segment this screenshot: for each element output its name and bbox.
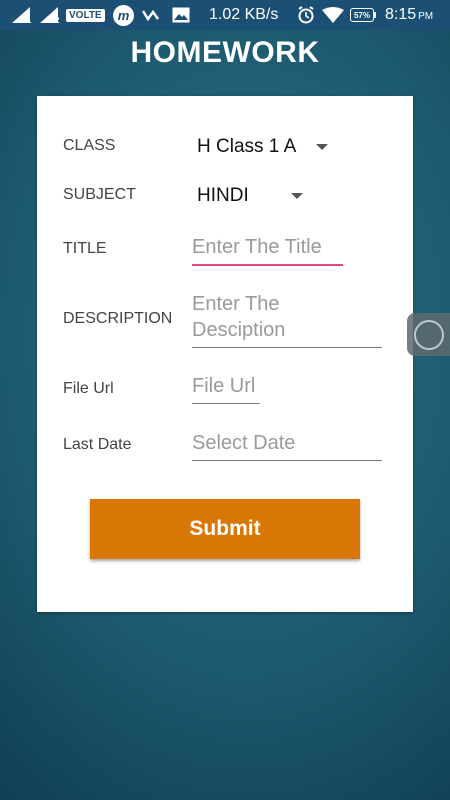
caret-down-icon [316,144,329,150]
clock: 8:15 PM [385,0,433,30]
description-placeholder-line1: Enter The [192,293,280,315]
subject-dropdown-value: HINDI [197,185,249,206]
description-placeholder-line2: Desciption [192,319,286,341]
title-input[interactable]: Enter The Title [192,234,343,266]
alarm-icon [297,0,315,30]
file-url-input[interactable]: File Url [192,373,260,404]
title-label: TITLE [63,240,107,257]
wifi-icon [322,0,344,30]
battery-nub [374,12,376,18]
subject-label: SUBJECT [63,186,136,203]
title-input-placeholder: Enter The Title [192,236,322,258]
image-icon [172,0,190,30]
m-app-icon: m [113,5,134,26]
submit-button[interactable]: Submit [90,499,360,559]
class-dropdown-value: H Class 1 A [197,136,297,157]
description-label: DESCRIPTION [63,310,173,327]
signal-icon: 2 [40,0,59,30]
clock-ampm: PM [418,11,434,22]
assistive-touch-icon [414,320,444,350]
volte-badge: VOLTE [66,9,105,22]
description-input[interactable]: Enter The Desciption [192,291,382,348]
class-label: CLASS [63,137,116,154]
caret-down-icon [290,193,303,199]
page-title: HOMEWORK [130,36,320,69]
clock-time: 8:15 [385,6,417,23]
chevron-check-icon [142,0,160,30]
file-url-placeholder: File Url [192,375,256,397]
file-url-label: File Url [63,380,114,397]
last-date-placeholder: Select Date [192,432,296,454]
sim1-label: 1 [27,15,32,25]
network-speed: 1.02 KB/s [209,6,279,23]
homework-form-card: CLASS H Class 1 A SUBJECT HINDI TITLE En… [37,96,413,612]
subject-dropdown[interactable]: HINDI [197,185,303,207]
last-date-label: Last Date [63,436,132,453]
signal-icon: 1 [12,0,31,30]
sim2-label: 2 [55,15,60,25]
battery-icon: 57% [350,8,374,22]
last-date-picker[interactable]: Select Date [192,430,382,461]
status-bar: 1 2 VOLTE m 1.02 KB/s 57% 8:15 PM [0,0,450,30]
class-dropdown[interactable]: H Class 1 A [197,136,329,158]
assistive-touch-button[interactable] [407,313,450,356]
